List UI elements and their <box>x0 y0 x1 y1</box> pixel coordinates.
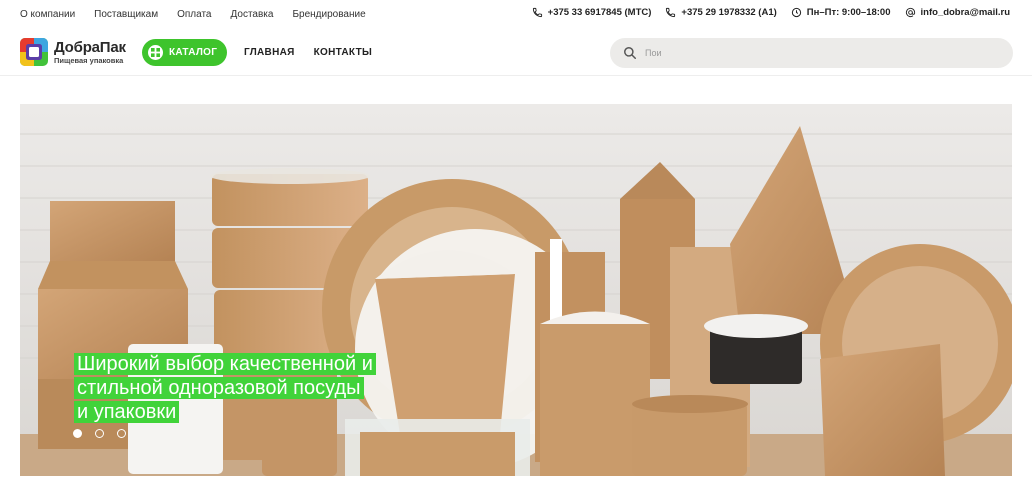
logo-subtitle: Пищевая упаковка <box>54 55 124 65</box>
search-icon[interactable] <box>623 46 637 60</box>
catalog-button[interactable]: КАТАЛОГ <box>142 39 227 66</box>
banner-slogan: Широкий выбор качественной и стильной од… <box>74 352 376 424</box>
logo-mark-icon <box>20 38 48 66</box>
phone-icon <box>532 7 542 18</box>
slider-dot-2[interactable] <box>95 429 104 438</box>
main-header: ДобраПак Пищевая упаковка КАТАЛОГ ГЛАВНА… <box>0 30 1032 76</box>
contact-email[interactable]: info_dobra@mail.ru <box>905 7 1011 18</box>
logo-name: ДобраПак <box>54 38 126 56</box>
main-nav: ГЛАВНАЯ КОНТАКТЫ <box>244 47 372 58</box>
slider-dot-3[interactable] <box>117 429 126 438</box>
hero-banner[interactable]: Широкий выбор качественной и стильной од… <box>20 104 1012 476</box>
email-text: info_dobra@mail.ru <box>920 7 1011 18</box>
nav-home[interactable]: ГЛАВНАЯ <box>244 47 295 58</box>
hours-text: Пн–Пт: 9:00–18:00 <box>806 7 891 18</box>
slogan-line-3: и упаковки <box>74 401 180 423</box>
top-nav-delivery[interactable]: Доставка <box>231 9 274 20</box>
top-nav-payment[interactable]: Оплата <box>177 9 211 20</box>
phone-a1-text: +375 29 1978332 (А1) <box>681 7 777 18</box>
top-bar: О компании Поставщикам Оплата Доставка Б… <box>0 0 1032 30</box>
top-nav: О компании Поставщикам Оплата Доставка Б… <box>20 9 366 20</box>
search-bar[interactable] <box>610 38 1013 68</box>
contact-phone-mts[interactable]: +375 33 6917845 (МТС) <box>532 7 652 18</box>
phone-mts-text: +375 33 6917845 (МТС) <box>547 7 652 18</box>
clock-icon <box>791 7 801 18</box>
nav-contacts[interactable]: КОНТАКТЫ <box>314 47 372 58</box>
slogan-line-1: Широкий выбор качественной и <box>74 353 376 375</box>
contacts-bar: +375 33 6917845 (МТС) +375 29 1978332 (А… <box>532 7 1010 18</box>
slider-dot-1[interactable] <box>73 429 82 438</box>
logo[interactable]: ДобраПак Пищевая упаковка <box>20 38 126 66</box>
phone-icon <box>666 7 676 18</box>
top-nav-about[interactable]: О компании <box>20 9 75 20</box>
slogan-line-2: стильной одноразовой посуды <box>74 377 364 399</box>
search-input[interactable] <box>645 48 965 58</box>
slider-dots <box>73 429 126 438</box>
contact-phone-a1[interactable]: +375 29 1978332 (А1) <box>665 7 777 18</box>
top-nav-suppliers[interactable]: Поставщикам <box>94 9 158 20</box>
top-nav-branding[interactable]: Брендирование <box>292 9 365 20</box>
catalog-label: КАТАЛОГ <box>169 47 218 58</box>
contact-hours: Пн–Пт: 9:00–18:00 <box>791 7 891 18</box>
grid-icon <box>148 45 163 60</box>
at-icon <box>905 7 915 18</box>
